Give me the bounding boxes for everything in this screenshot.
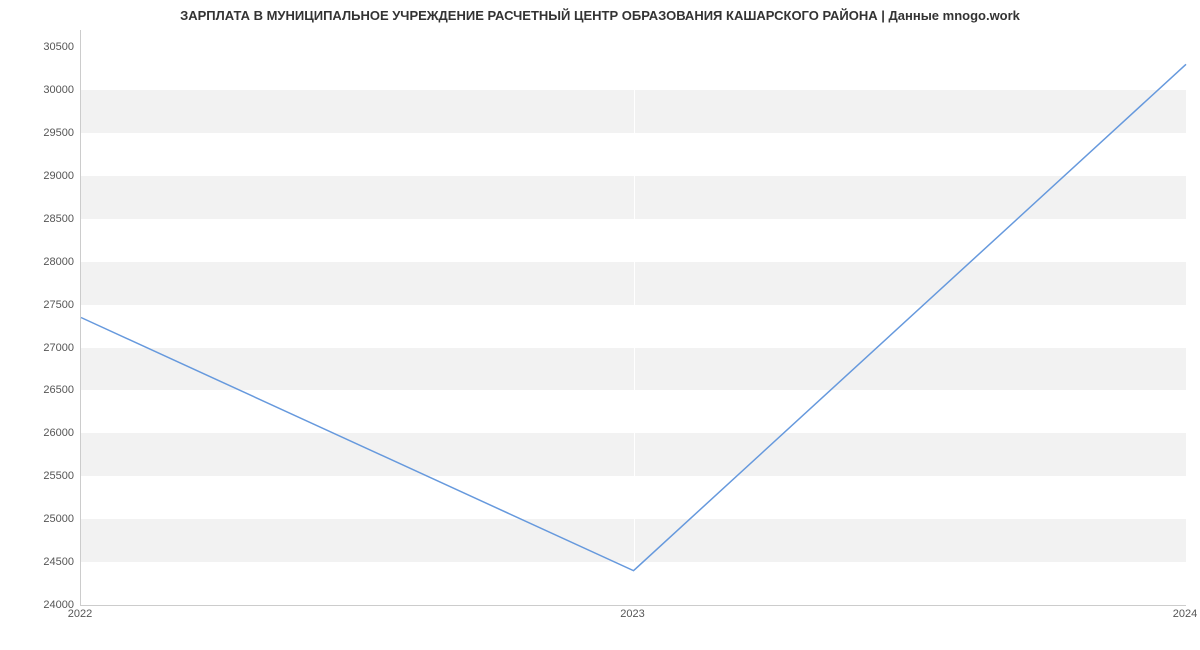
y-tick-label: 25500 — [43, 470, 74, 482]
x-tick-label: 2024 — [1173, 608, 1197, 620]
y-tick-label: 28000 — [43, 256, 74, 268]
y-tick-label: 30500 — [43, 41, 74, 53]
y-tick-label: 30000 — [43, 84, 74, 96]
x-tick-label: 2022 — [68, 608, 92, 620]
plot-area — [80, 30, 1186, 606]
y-tick-label: 29000 — [43, 170, 74, 182]
y-tick-label: 28500 — [43, 213, 74, 225]
chart-container: ЗАРПЛАТА В МУНИЦИПАЛЬНОЕ УЧРЕЖДЕНИЕ РАСЧ… — [0, 0, 1200, 650]
y-tick-label: 26000 — [43, 427, 74, 439]
chart-title: ЗАРПЛАТА В МУНИЦИПАЛЬНОЕ УЧРЕЖДЕНИЕ РАСЧ… — [0, 0, 1200, 23]
y-tick-label: 29500 — [43, 127, 74, 139]
y-tick-label: 25000 — [43, 513, 74, 525]
data-line — [81, 64, 1186, 570]
y-tick-label: 27000 — [43, 342, 74, 354]
line-series — [81, 30, 1186, 605]
y-tick-label: 26500 — [43, 384, 74, 396]
y-tick-label: 27500 — [43, 299, 74, 311]
x-tick-label: 2023 — [620, 608, 644, 620]
y-tick-label: 24500 — [43, 556, 74, 568]
